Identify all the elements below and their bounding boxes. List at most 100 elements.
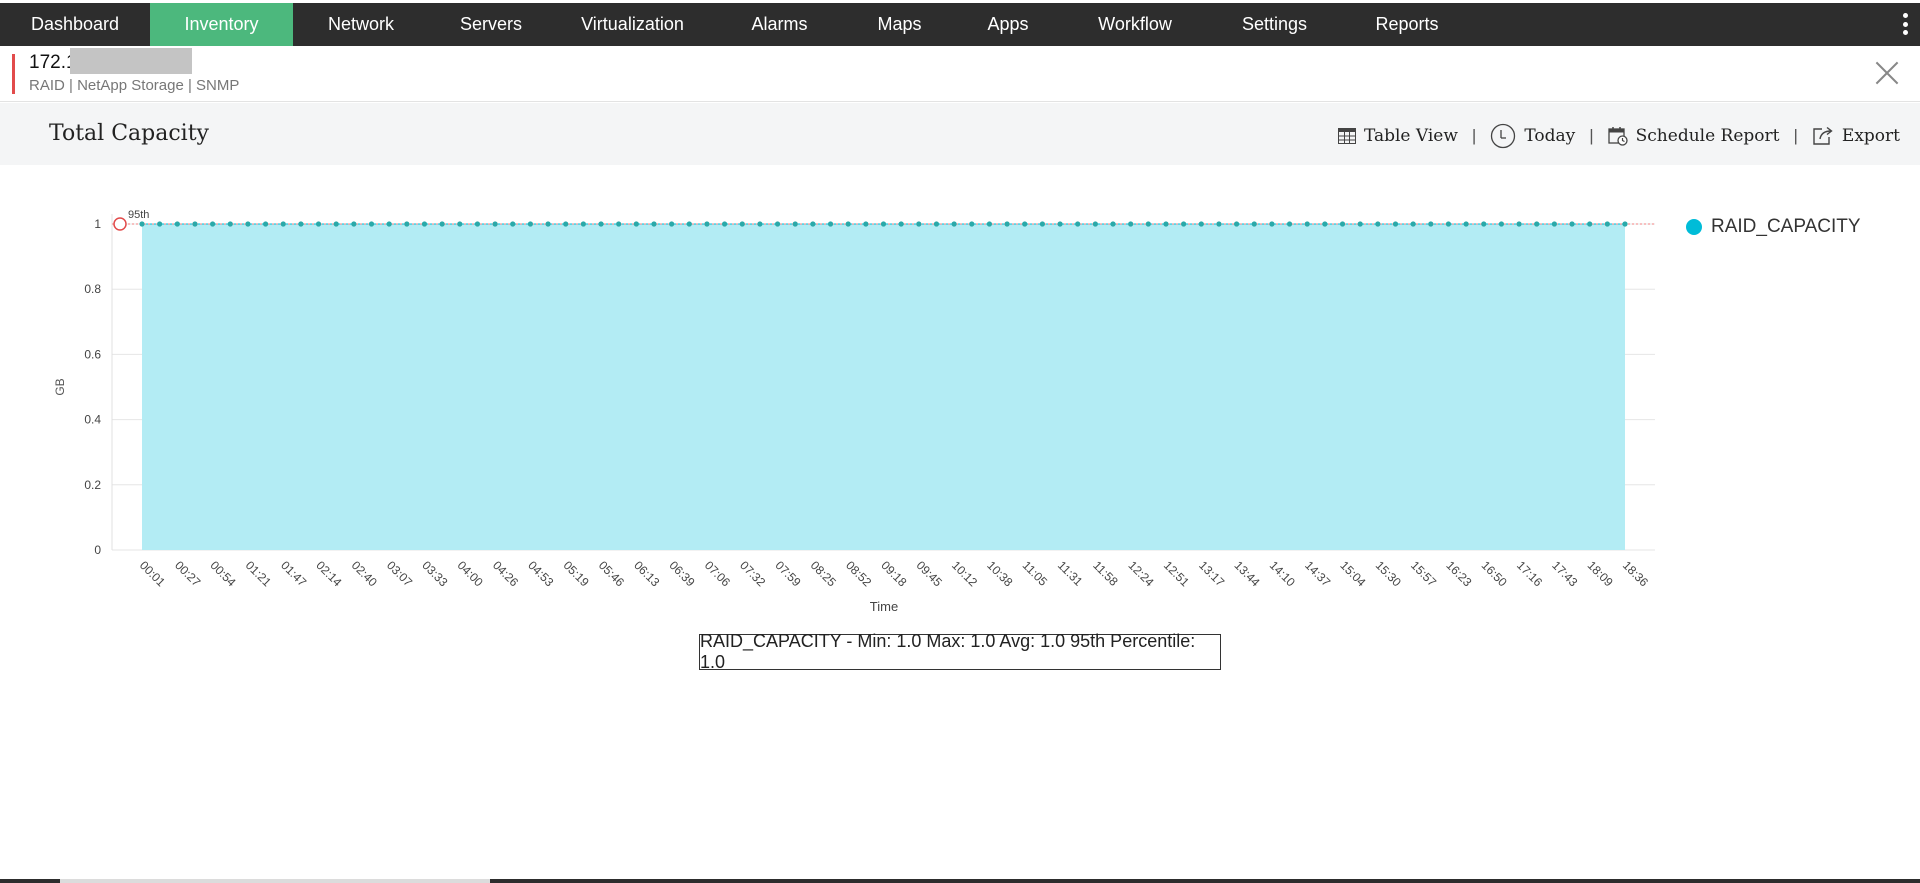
x-tick-label: 11:31 <box>1055 558 1086 589</box>
data-point <box>1039 221 1045 227</box>
data-point <box>739 221 745 227</box>
data-point <box>1304 221 1310 227</box>
data-point <box>722 221 728 227</box>
data-point <box>457 221 463 227</box>
data-point <box>1145 221 1151 227</box>
data-point <box>1551 221 1557 227</box>
data-point <box>1481 221 1487 227</box>
data-point <box>1092 221 1098 227</box>
data-point <box>1269 221 1275 227</box>
data-point <box>368 221 375 227</box>
data-point <box>580 221 586 227</box>
data-point <box>492 221 498 227</box>
data-point <box>1216 221 1222 227</box>
x-tick-label: 00:01 <box>137 558 168 589</box>
page-title: Total Capacity <box>49 121 209 146</box>
y-tick-label: 1 <box>94 217 101 231</box>
more-options-icon[interactable] <box>1900 9 1910 39</box>
table-view-button[interactable]: Table View <box>1337 126 1458 146</box>
data-point <box>1622 221 1628 227</box>
nav-item-apps[interactable]: Apps <box>952 3 1064 46</box>
data-point <box>774 221 781 227</box>
x-tick-label: 03:07 <box>384 558 415 589</box>
table-view-label: Table View <box>1363 126 1458 146</box>
x-tick-label: 04:00 <box>455 558 486 589</box>
separator: | <box>1589 126 1594 145</box>
nav-item-virtualization[interactable]: Virtualization <box>553 3 712 46</box>
status-indicator <box>12 54 15 94</box>
data-point <box>810 221 816 227</box>
nav-item-reports[interactable]: Reports <box>1343 3 1471 46</box>
redacted-ip-mask <box>70 48 192 74</box>
x-tick-label: 01:21 <box>243 558 274 589</box>
calendar-icon <box>1607 127 1628 146</box>
data-point <box>1251 221 1257 227</box>
nav-item-network[interactable]: Network <box>293 3 429 46</box>
y-tick-label: 0.4 <box>84 413 101 427</box>
data-point <box>757 221 763 227</box>
x-tick-label: 04:26 <box>490 558 521 589</box>
export-button[interactable]: Export <box>1812 126 1900 146</box>
data-point <box>1428 221 1434 227</box>
schedule-report-label: Schedule Report <box>1635 126 1780 146</box>
legend-item-raid-capacity[interactable]: RAID_CAPACITY <box>1686 216 1861 238</box>
data-point <box>845 221 851 227</box>
data-point <box>704 221 710 227</box>
bottom-scrollbar[interactable] <box>0 879 1920 883</box>
schedule-report-button[interactable]: Schedule Report <box>1607 126 1780 146</box>
x-tick-label: 11:05 <box>1020 558 1051 589</box>
data-point <box>1057 221 1063 227</box>
x-tick-label: 14:10 <box>1267 558 1298 589</box>
x-tick-label: 07:32 <box>737 558 768 589</box>
x-tick-label: 00:54 <box>207 558 238 589</box>
data-point <box>633 221 639 227</box>
data-point <box>421 221 428 227</box>
data-point <box>986 221 993 227</box>
top-navigation: Dashboard Inventory Network Servers Virtuali… <box>0 0 1920 46</box>
data-point <box>527 221 534 227</box>
data-point <box>1445 221 1452 227</box>
today-button[interactable]: Today <box>1490 123 1575 149</box>
close-icon[interactable] <box>1874 60 1900 86</box>
x-tick-label: 17:16 <box>1514 558 1545 589</box>
data-point <box>545 221 551 227</box>
data-point <box>1339 221 1346 227</box>
data-point <box>315 221 322 227</box>
x-tick-label: 18:09 <box>1585 558 1616 589</box>
x-tick-label: 12:24 <box>1126 558 1157 589</box>
x-tick-label: 02:14 <box>313 558 344 589</box>
data-point <box>827 221 834 227</box>
data-point <box>1534 221 1540 227</box>
data-point <box>474 221 481 227</box>
nav-item-dashboard[interactable]: Dashboard <box>0 3 150 46</box>
data-point <box>174 221 180 227</box>
nav-item-alarms[interactable]: Alarms <box>712 3 847 46</box>
data-point <box>669 221 675 227</box>
data-point <box>1233 221 1240 227</box>
y-tick-label: 0.6 <box>84 347 101 361</box>
title-bar: Total Capacity Table View | Today | Sche… <box>0 103 1920 165</box>
legend-label: RAID_CAPACITY <box>1711 216 1861 237</box>
data-point <box>245 221 251 227</box>
nav-item-maps[interactable]: Maps <box>847 3 952 46</box>
x-tick-label: 17:43 <box>1549 558 1580 589</box>
nav-item-workflow[interactable]: Workflow <box>1064 3 1206 46</box>
data-point <box>1022 221 1028 227</box>
data-point <box>386 221 392 227</box>
data-point <box>192 221 198 227</box>
nav-item-servers[interactable]: Servers <box>429 3 553 46</box>
data-point <box>510 221 516 227</box>
data-point <box>1375 221 1381 227</box>
data-point <box>792 221 798 227</box>
data-point <box>1587 221 1593 227</box>
data-point <box>210 221 216 227</box>
data-point <box>933 221 940 227</box>
capacity-chart: 0 0.2 0.4 0.6 0.8 1 GB 95th 00:01 00:27 00:54 01:21… <box>53 209 1655 614</box>
data-point <box>1163 221 1169 227</box>
nav-item-settings[interactable]: Settings <box>1206 3 1343 46</box>
x-tick-label: 09:18 <box>878 558 909 589</box>
data-point <box>1410 221 1416 227</box>
x-tick-label: 09:45 <box>914 558 945 589</box>
data-point <box>1198 221 1204 227</box>
nav-item-inventory[interactable]: Inventory <box>150 3 293 46</box>
